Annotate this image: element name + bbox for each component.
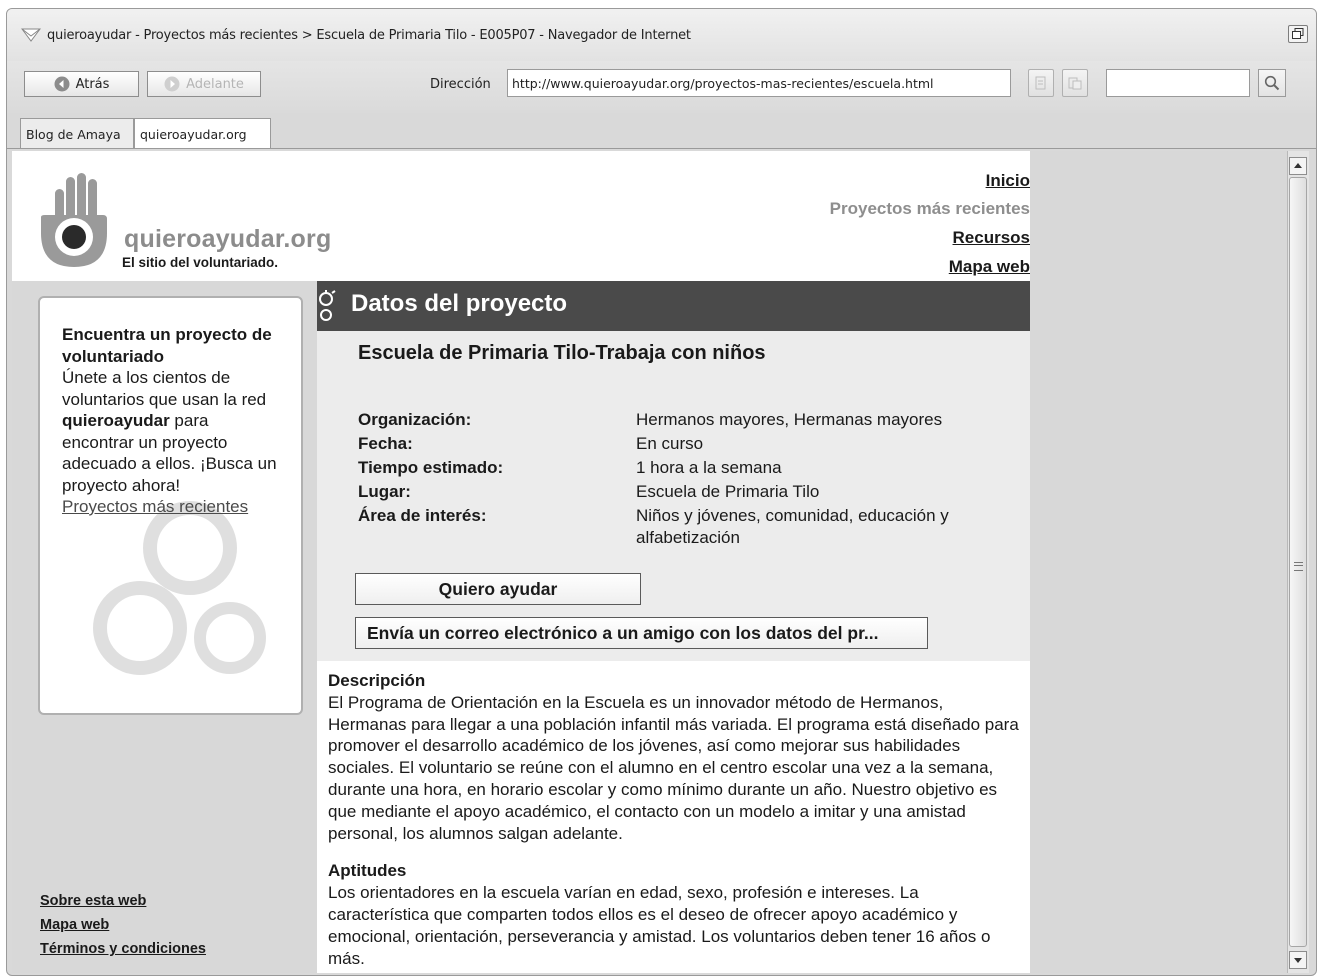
project-title: Escuela de Primaria Tilo-Trabaja con niñ… — [358, 342, 766, 364]
project-details-panel: Datos del proyecto Escuela de Primaria T… — [317, 281, 1030, 661]
scroll-thumb[interactable] — [1289, 177, 1307, 947]
promo-brand: quieroayudar — [62, 411, 170, 430]
search-button[interactable] — [1258, 69, 1286, 97]
window-title: quieroayudar - Proyectos más recientes >… — [47, 28, 691, 43]
scroll-up-button[interactable] — [1289, 157, 1307, 175]
skills-text: Los orientadores en la escuela varían en… — [328, 883, 991, 968]
nav-link-inicio[interactable]: Inicio — [986, 171, 1030, 191]
project-description: Descripción El Programa de Orientación e… — [317, 661, 1030, 973]
web-page: quieroayudar.org El sitio del voluntaria… — [12, 151, 1030, 973]
tab-quieroayudar[interactable]: quieroayudar.org — [134, 118, 271, 149]
forward-arrow-icon — [164, 76, 180, 92]
search-icon — [1264, 75, 1280, 91]
grip-icon — [1294, 562, 1303, 571]
description-heading: Descripción — [328, 671, 426, 690]
gear-cog-icon — [319, 290, 336, 321]
decorative-hands-icon — [93, 501, 266, 675]
detail-row: Fecha: En curso — [358, 432, 1008, 456]
section-title: Datos del proyecto — [351, 290, 568, 317]
top-navigation: Inicio Proyectos más recientes Recursos … — [612, 151, 1030, 281]
email-friend-button[interactable]: Envía un correo electrónico a un amigo c… — [355, 617, 928, 649]
footer-link-sobre-esta-web[interactable]: Sobre esta web — [40, 893, 206, 909]
nav-link-proyectos-recientes[interactable]: Proyectos más recientes — [830, 199, 1030, 219]
arrow-up-icon — [1294, 163, 1302, 168]
detail-label: Fecha: — [358, 434, 413, 453]
detail-label: Área de interés: — [358, 506, 487, 525]
detail-row: Organización: Hermanos mayores, Hermanas… — [358, 408, 1008, 432]
footer-link-terminos[interactable]: Términos y condiciones — [40, 941, 206, 957]
promo-title: Encuentra un proyecto de voluntariado — [62, 325, 272, 366]
tab-divider — [7, 148, 1316, 149]
promo-box: Encuentra un proyecto de voluntariado Ún… — [38, 296, 303, 715]
address-label: Dirección — [430, 77, 491, 92]
main-content: Datos del proyecto Escuela de Primaria T… — [317, 281, 1030, 973]
back-arrow-icon — [54, 76, 70, 92]
detail-value: Niños y jóvenes, comunidad, educación y … — [636, 506, 949, 547]
detail-row: Lugar: Escuela de Primaria Tilo — [358, 480, 1008, 504]
footer-link-mapa-web[interactable]: Mapa web — [40, 917, 206, 933]
detail-label: Organización: — [358, 410, 472, 429]
site-logo-name: quieroayudar.org — [124, 225, 332, 253]
forward-label: Adelante — [186, 76, 244, 92]
promo-link-proyectos-recientes[interactable]: Proyectos más recientes — [62, 496, 282, 518]
restore-window-button[interactable] — [1288, 25, 1308, 43]
arrow-down-icon — [1294, 958, 1302, 963]
copy-icon — [1035, 76, 1046, 90]
promo-text-before: Únete a los cientos de voluntarios que u… — [62, 368, 267, 409]
hand-logo-icon — [41, 173, 107, 267]
nav-link-recursos[interactable]: Recursos — [953, 228, 1030, 248]
browser-window: quieroayudar - Proyectos más recientes >… — [6, 8, 1317, 976]
quiero-ayudar-button[interactable]: Quiero ayudar — [355, 573, 641, 605]
back-label: Atrás — [75, 76, 110, 92]
detail-row: Tiempo estimado: 1 hora a la semana — [358, 456, 1008, 480]
browser-icon — [21, 28, 41, 42]
left-sidebar: Encuentra un proyecto de voluntariado Ún… — [12, 281, 317, 973]
restore-icon — [1292, 28, 1304, 39]
detail-row: Área de interés: Niños y jóvenes, comuni… — [358, 504, 1008, 549]
vertical-scrollbar[interactable] — [1287, 151, 1309, 973]
site-tagline: El sitio del voluntariado. — [122, 255, 279, 270]
paste-icon — [1068, 77, 1082, 90]
title-bar: quieroayudar - Proyectos más recientes >… — [7, 9, 1316, 62]
navigation-toolbar: Atrás Adelante Dirección http://www.quie… — [7, 61, 1316, 113]
nav-link-mapa-web[interactable]: Mapa web — [949, 257, 1030, 277]
promo-text: Encuentra un proyecto de voluntariado Ún… — [62, 324, 282, 518]
project-details-list: Organización: Hermanos mayores, Hermanas… — [358, 408, 1008, 549]
forward-button[interactable]: Adelante — [147, 71, 261, 97]
address-bar[interactable]: http://www.quieroayudar.org/proyectos-ma… — [507, 69, 1011, 97]
detail-value: Escuela de Primaria Tilo — [636, 482, 820, 501]
footer-links: Sobre esta web Mapa web Términos y condi… — [40, 893, 206, 965]
detail-label: Tiempo estimado: — [358, 458, 504, 477]
back-button[interactable]: Atrás — [24, 71, 139, 97]
tab-blog-de-amaya[interactable]: Blog de Amaya — [20, 118, 134, 148]
detail-label: Lugar: — [358, 482, 411, 501]
skills-heading: Aptitudes — [328, 861, 407, 881]
paste-button[interactable] — [1062, 69, 1088, 97]
page-viewport: quieroayudar.org El sitio del voluntaria… — [12, 151, 1287, 973]
detail-value: En curso — [636, 434, 704, 453]
copy-button[interactable] — [1028, 69, 1054, 97]
search-input[interactable] — [1106, 69, 1250, 97]
site-header: quieroayudar.org El sitio del voluntaria… — [12, 151, 1030, 281]
detail-value: 1 hora a la semana — [636, 458, 782, 477]
detail-value: Hermanos mayores, Hermanas mayores — [636, 410, 943, 429]
section-header: Datos del proyecto — [317, 281, 1030, 331]
scroll-down-button[interactable] — [1289, 951, 1307, 969]
description-text: El Programa de Orientación en la Escuela… — [328, 692, 1019, 843]
